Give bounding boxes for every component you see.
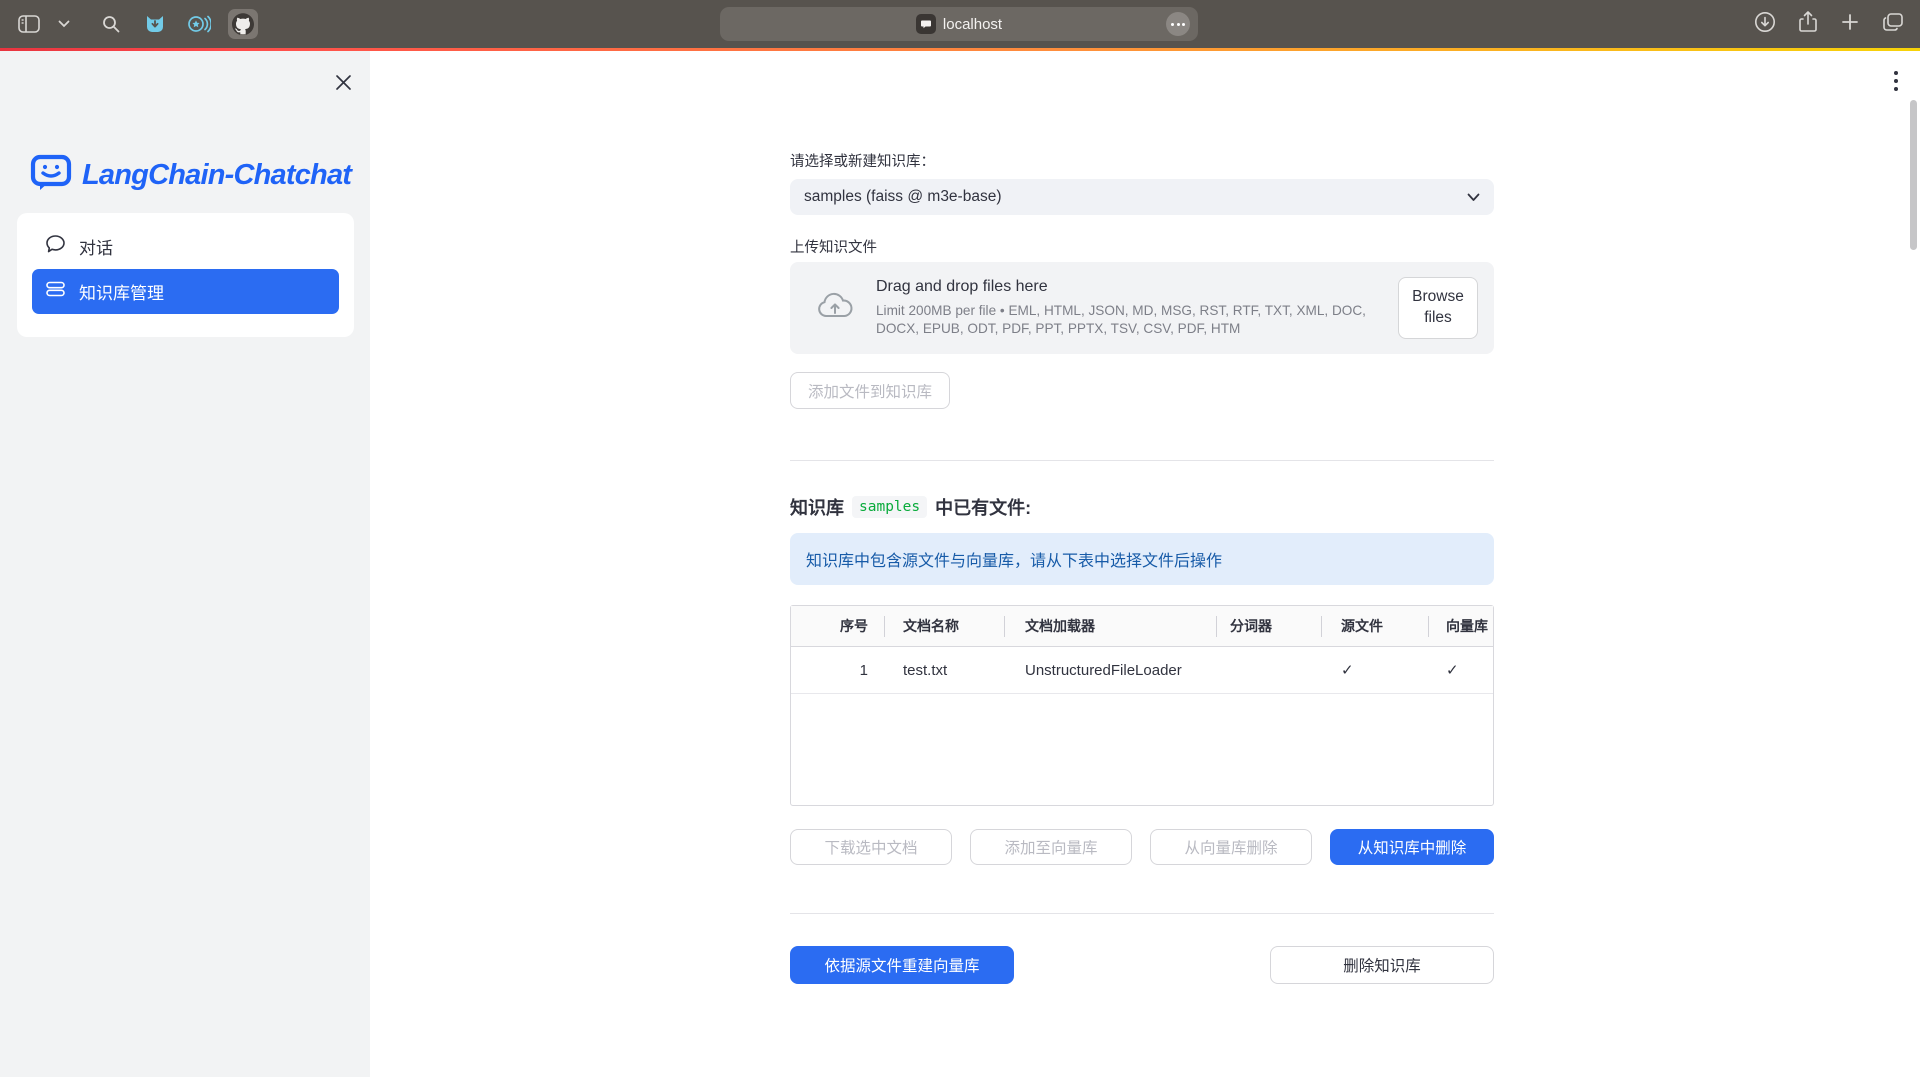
- kb-name-code: samples: [852, 496, 927, 518]
- sidebar-item-knowledge-base[interactable]: 知识库管理: [32, 269, 339, 314]
- circles-extension-icon[interactable]: [184, 9, 214, 39]
- browser-toolbar: localhost: [0, 0, 1920, 48]
- cell-splitter: [1216, 647, 1321, 693]
- col-doc-name: 文档名称: [884, 606, 1004, 646]
- files-table: 序号 文档名称 文档加载器 分词器 源文件 向量库 1 test.txt Uns…: [790, 605, 1494, 806]
- chevron-down-icon[interactable]: [58, 15, 70, 33]
- dropzone-limit: Limit 200MB per file • EML, HTML, JSON, …: [876, 302, 1396, 339]
- upload-label: 上传知识文件: [790, 236, 877, 257]
- logo-text: LangChain-Chatchat: [82, 159, 351, 192]
- address-host: localhost: [943, 16, 1002, 33]
- kb-selectbox[interactable]: samples (faiss @ m3e-base): [790, 179, 1494, 215]
- cell-loader: UnstructuredFileLoader: [1004, 647, 1216, 693]
- share-icon[interactable]: [1798, 10, 1818, 39]
- sidebar-nav: 对话 知识库管理: [17, 213, 354, 337]
- kb-files-heading-prefix: 知识库: [790, 494, 844, 520]
- file-actions: 下载选中文档 添加至向量库 从向量库删除 从知识库中删除: [790, 829, 1494, 865]
- divider: [790, 460, 1494, 461]
- sidebar-item-label: 知识库管理: [79, 279, 164, 304]
- col-loader: 文档加载器: [1004, 606, 1216, 646]
- github-extension-icon[interactable]: [228, 9, 258, 39]
- scrollbar-thumb[interactable]: [1910, 100, 1917, 250]
- ellipsis-icon[interactable]: [1166, 12, 1190, 36]
- sidebar-toggle-icon[interactable]: [14, 9, 44, 39]
- col-vector-store: 向量库: [1428, 606, 1493, 646]
- site-favicon: [916, 14, 936, 34]
- cell-source-check: ✓: [1321, 647, 1428, 693]
- sidebar-item-dialogue[interactable]: 对话: [32, 224, 339, 269]
- cell-vector-check: ✓: [1428, 647, 1493, 693]
- kb-files-heading-suffix: 中已有文件:: [935, 494, 1031, 520]
- delete-from-vectorstore-button[interactable]: 从向量库删除: [1150, 829, 1312, 865]
- file-dropzone[interactable]: Drag and drop files here Limit 200MB per…: [790, 262, 1494, 354]
- download-doc-button[interactable]: 下载选中文档: [790, 829, 952, 865]
- add-to-vectorstore-button[interactable]: 添加至向量库: [970, 829, 1132, 865]
- app-menu-icon[interactable]: [1886, 66, 1906, 96]
- kb-selectbox-value: samples (faiss @ m3e-base): [804, 188, 1002, 206]
- files-table-header: 序号 文档名称 文档加载器 分词器 源文件 向量库: [791, 606, 1493, 647]
- cell-index: 1: [791, 647, 884, 693]
- col-index: 序号: [791, 606, 884, 646]
- col-source-file: 源文件: [1321, 606, 1428, 646]
- chevron-down-icon: [1467, 193, 1480, 202]
- dropzone-title: Drag and drop files here: [876, 278, 1396, 296]
- sidebar: LangChain-Chatchat 对话 知识库管理: [0, 51, 370, 1077]
- add-files-button[interactable]: 添加文件到知识库: [790, 372, 950, 409]
- col-splitter: 分词器: [1216, 606, 1321, 646]
- new-tab-icon[interactable]: [1840, 12, 1860, 37]
- delete-kb-button[interactable]: 删除知识库: [1270, 946, 1494, 984]
- tab-overview-icon[interactable]: [1882, 12, 1904, 37]
- table-row[interactable]: 1 test.txt UnstructuredFileLoader ✓ ✓: [791, 647, 1493, 694]
- info-alert: 知识库中包含源文件与向量库，请从下表中选择文件后操作: [790, 533, 1494, 585]
- kb-select-label: 请选择或新建知识库：: [790, 150, 935, 171]
- cloud-upload-icon: [816, 291, 854, 326]
- app-logo: LangChain-Chatchat: [30, 153, 351, 198]
- knowledge-base-icon: [45, 280, 66, 303]
- app-page: LangChain-Chatchat 对话 知识库管理 请选择或新建知识库： s…: [0, 51, 1920, 1080]
- browse-files-button[interactable]: Browse files: [1398, 277, 1478, 339]
- cat-extension-icon[interactable]: [140, 9, 170, 39]
- downloads-icon[interactable]: [1754, 11, 1776, 38]
- chat-bubble-icon: [45, 234, 66, 259]
- dropzone-texts: Drag and drop files here Limit 200MB per…: [876, 278, 1396, 339]
- divider: [790, 913, 1494, 914]
- sidebar-item-label: 对话: [79, 234, 113, 259]
- logo-chat-icon: [30, 153, 72, 198]
- close-sidebar-icon[interactable]: [330, 69, 356, 95]
- cell-doc-name: test.txt: [884, 647, 1004, 693]
- search-icon[interactable]: [96, 9, 126, 39]
- rebuild-vectorstore-button[interactable]: 依据源文件重建向量库: [790, 946, 1014, 984]
- address-bar[interactable]: localhost: [720, 7, 1198, 41]
- delete-from-kb-button[interactable]: 从知识库中删除: [1330, 829, 1494, 865]
- info-alert-text: 知识库中包含源文件与向量库，请从下表中选择文件后操作: [806, 547, 1222, 571]
- kb-bottom-actions: 依据源文件重建向量库 删除知识库: [790, 946, 1494, 984]
- kb-files-heading: 知识库 samples 中已有文件:: [790, 494, 1031, 520]
